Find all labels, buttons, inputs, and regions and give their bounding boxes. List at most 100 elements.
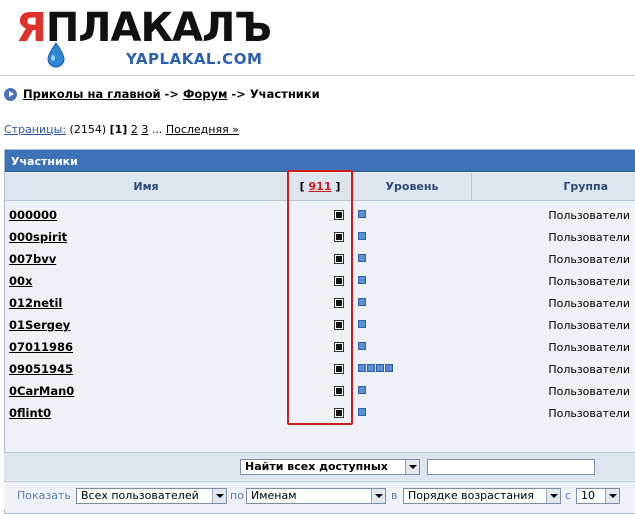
private-message-icon[interactable] bbox=[334, 386, 344, 396]
level-pip-icon bbox=[358, 232, 366, 240]
member-name-link[interactable]: 000spirit bbox=[9, 230, 67, 244]
pagination-label[interactable]: Страницы: bbox=[4, 123, 66, 136]
filter-who-select[interactable]: Всех пользователей bbox=[76, 488, 227, 504]
chevron-down-icon bbox=[405, 460, 419, 474]
pagination-page-2[interactable]: 2 bbox=[131, 123, 138, 136]
breadcrumb: Приколы на главной -> Форум -> Участники bbox=[4, 87, 320, 101]
chevron-down-icon bbox=[371, 489, 385, 503]
group-cell: Пользователи bbox=[472, 204, 635, 226]
message-cell bbox=[288, 248, 353, 270]
pagination-current: [1] bbox=[109, 123, 128, 136]
member-name-link[interactable]: 007bvv bbox=[9, 252, 56, 266]
member-name-cell: 000spirit bbox=[5, 226, 287, 248]
table-row: 000spirit Пользователи bbox=[5, 226, 635, 248]
message-cell bbox=[288, 270, 353, 292]
level-cell bbox=[354, 358, 471, 380]
pagination-last-link[interactable]: Последняя » bbox=[166, 123, 239, 136]
private-message-icon[interactable] bbox=[334, 320, 344, 330]
members-list: 000000 Пользователи 000spirit Пользователи 0… bbox=[5, 204, 635, 424]
count-link[interactable]: 911 bbox=[309, 180, 332, 193]
filter-order-select[interactable]: Порядке возрастания bbox=[403, 488, 561, 504]
level-cell bbox=[354, 248, 471, 270]
private-message-icon[interactable] bbox=[334, 232, 344, 242]
breadcrumb-separator: -> bbox=[164, 87, 179, 101]
private-message-icon[interactable] bbox=[334, 342, 344, 352]
group-cell: Пользователи bbox=[472, 402, 635, 424]
member-name-cell: 000000 bbox=[5, 204, 287, 226]
filter-count-label: с bbox=[565, 489, 572, 502]
level-pip-icon bbox=[358, 408, 366, 416]
bracket-open: [ bbox=[299, 180, 305, 193]
level-cell bbox=[354, 204, 471, 226]
chevron-down-icon bbox=[212, 489, 226, 503]
site-logo[interactable]: ЯПЛАКАЛЪ YAPLAKAL.COM bbox=[16, 6, 306, 70]
column-header-group[interactable]: Группа bbox=[471, 173, 635, 201]
member-name-link[interactable]: 09051945 bbox=[9, 362, 73, 376]
level-cell bbox=[354, 270, 471, 292]
level-pip-icon bbox=[376, 364, 384, 372]
table-row: 09051945 Пользователи bbox=[5, 358, 635, 380]
filter-count-select[interactable]: 10 bbox=[576, 488, 620, 504]
message-cell bbox=[288, 402, 353, 424]
member-name-cell: 0flint0 bbox=[5, 402, 287, 424]
filter-sort-field-value: Именам bbox=[251, 489, 297, 502]
table-row: 01Sergey Пользователи bbox=[5, 314, 635, 336]
level-cell bbox=[354, 336, 471, 358]
filter-count-value: 10 bbox=[581, 489, 595, 502]
group-cell: Пользователи bbox=[472, 292, 635, 314]
private-message-icon[interactable] bbox=[334, 254, 344, 264]
group-cell: Пользователи bbox=[472, 270, 635, 292]
bracket-close: ] bbox=[335, 180, 341, 193]
pagination-ellipsis: ... bbox=[151, 123, 163, 136]
level-pip-icon bbox=[358, 254, 366, 262]
filter-who-value: Всех пользователей bbox=[81, 489, 199, 502]
member-name-cell: 00x bbox=[5, 270, 287, 292]
teardrop-icon bbox=[47, 42, 65, 68]
filter-in-label: в bbox=[391, 489, 398, 502]
column-header-count[interactable]: [ 911 ] bbox=[287, 173, 353, 201]
chevron-down-icon bbox=[546, 489, 560, 503]
column-header-level[interactable]: Уровень bbox=[353, 173, 471, 201]
message-cell bbox=[288, 204, 353, 226]
message-cell bbox=[288, 336, 353, 358]
breadcrumb-home-link[interactable]: Приколы на главной bbox=[23, 87, 161, 101]
header-divider bbox=[0, 75, 635, 76]
breadcrumb-forum-link[interactable]: Форум bbox=[183, 87, 227, 101]
search-input[interactable] bbox=[427, 459, 595, 475]
member-name-cell: 007bvv bbox=[5, 248, 287, 270]
member-name-link[interactable]: 07011986 bbox=[9, 340, 73, 354]
member-name-link[interactable]: 00x bbox=[9, 274, 32, 288]
filter-show-label: Показать bbox=[17, 489, 71, 502]
member-name-cell: 01Sergey bbox=[5, 314, 287, 336]
pagination-page-3[interactable]: 3 bbox=[141, 123, 148, 136]
level-pip-icon bbox=[358, 298, 366, 306]
member-name-link[interactable]: 0flint0 bbox=[9, 406, 51, 420]
private-message-icon[interactable] bbox=[334, 364, 344, 374]
private-message-icon[interactable] bbox=[334, 408, 344, 418]
group-cell: Пользователи bbox=[472, 314, 635, 336]
level-pip-icon bbox=[358, 210, 366, 218]
private-message-icon[interactable] bbox=[334, 210, 344, 220]
message-cell bbox=[288, 358, 353, 380]
level-cell bbox=[354, 314, 471, 336]
member-name-link[interactable]: 0CarMan0 bbox=[9, 384, 74, 398]
level-pip-icon bbox=[358, 364, 366, 372]
breadcrumb-current: Участники bbox=[249, 87, 320, 101]
logo-letters: ПЛАКАЛЪ bbox=[45, 5, 272, 51]
private-message-icon[interactable] bbox=[334, 276, 344, 286]
member-name-link[interactable]: 000000 bbox=[9, 208, 57, 222]
message-cell bbox=[288, 292, 353, 314]
member-name-link[interactable]: 012netil bbox=[9, 296, 62, 310]
pagination-total: (2154) bbox=[69, 123, 107, 136]
filter-sort-field-select[interactable]: Именам bbox=[246, 488, 386, 504]
member-name-cell: 0CarMan0 bbox=[5, 380, 287, 402]
column-header-name[interactable]: Имя bbox=[5, 173, 287, 201]
pagination: Страницы: (2154) [1] 2 3 ... Последняя » bbox=[4, 123, 239, 136]
search-bar: Найти всех доступных bbox=[4, 452, 635, 480]
table-header: Имя [ 911 ] Уровень Группа bbox=[5, 173, 635, 201]
search-scope-select[interactable]: Найти всех доступных bbox=[240, 459, 420, 475]
private-message-icon[interactable] bbox=[334, 298, 344, 308]
level-pip-icon bbox=[367, 364, 375, 372]
member-name-link[interactable]: 01Sergey bbox=[9, 318, 70, 332]
filter-order-value: Порядке возрастания bbox=[408, 489, 535, 502]
